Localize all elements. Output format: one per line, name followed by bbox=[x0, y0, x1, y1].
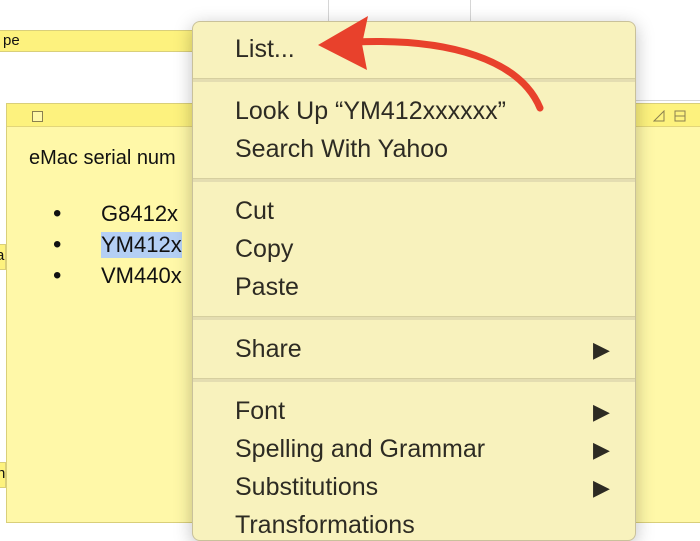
curved-arrow-icon bbox=[318, 16, 544, 112]
